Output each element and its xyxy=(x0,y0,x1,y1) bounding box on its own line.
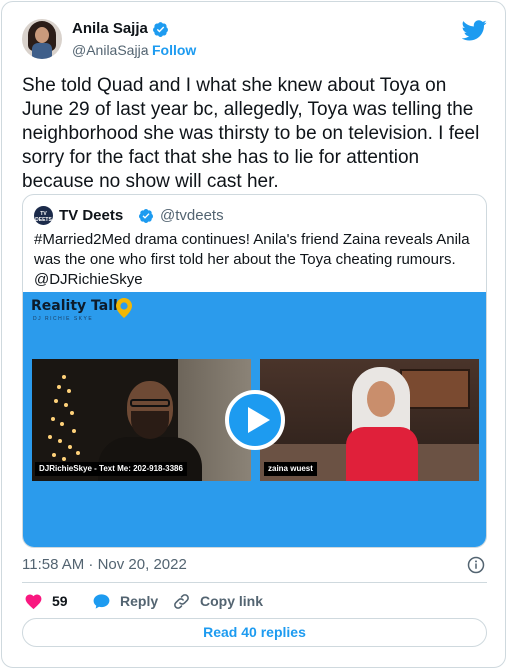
follow-button[interactable]: Follow xyxy=(152,42,196,58)
map-pin-icon xyxy=(116,298,132,318)
reply-button[interactable]: Reply xyxy=(92,590,158,612)
author-name[interactable]: Anila Sajja xyxy=(72,20,148,37)
quote-author-handle[interactable]: @tvdeets xyxy=(160,207,224,224)
quote-avatar[interactable]: TV DEETS xyxy=(34,206,53,225)
read-replies-button[interactable]: Read 40 replies xyxy=(22,618,487,647)
video-player[interactable]: Reality Talk DJ RICHIE SKYE DJRichieSkye… xyxy=(23,292,486,547)
heart-icon xyxy=(25,594,42,609)
separator-dot: · xyxy=(142,42,147,58)
copy-link-label: Copy link xyxy=(200,593,264,609)
verified-icon xyxy=(153,22,168,37)
tweet-card: Anila Sajja @AnilaSajja · Follow She tol… xyxy=(1,1,506,668)
info-icon[interactable] xyxy=(467,556,485,574)
like-button[interactable]: 59 xyxy=(24,590,68,612)
link-icon xyxy=(174,593,189,609)
tweet-timestamp[interactable]: 11:58 AM · Nov 20, 2022 xyxy=(22,556,187,573)
play-button[interactable] xyxy=(225,390,285,450)
christmas-tree-lights xyxy=(48,375,80,461)
like-count: 59 xyxy=(52,593,68,609)
video-frame-right: zaina wuest xyxy=(260,359,479,481)
video-frame-left: DJRichieSkye - Text Me: 202-918-3386 xyxy=(32,359,251,481)
author-handle[interactable]: @AnilaSajja xyxy=(72,42,148,58)
reality-talk-logo: Reality Talk DJ RICHIE SKYE xyxy=(31,298,132,324)
copy-link-button[interactable]: Copy link xyxy=(172,590,263,612)
twitter-bird-icon[interactable] xyxy=(462,20,487,41)
author-avatar[interactable] xyxy=(22,19,62,59)
tweet-text: She told Quad and I what she knew about … xyxy=(22,75,480,192)
quoted-tweet[interactable]: TV DEETS TV Deets @tvdeets #Married2Med … xyxy=(22,194,487,548)
divider xyxy=(22,582,487,583)
play-icon xyxy=(248,407,270,433)
quote-author-name[interactable]: TV Deets xyxy=(59,207,123,224)
reply-label: Reply xyxy=(120,593,159,609)
video-caption-right: zaina wuest xyxy=(264,462,317,476)
quote-text: #Married2Med drama continues! Anila's fr… xyxy=(34,231,470,288)
quote-verified-icon xyxy=(139,209,153,223)
video-caption-left: DJRichieSkye - Text Me: 202-918-3386 xyxy=(35,462,187,476)
reply-bubble-icon xyxy=(93,593,110,609)
